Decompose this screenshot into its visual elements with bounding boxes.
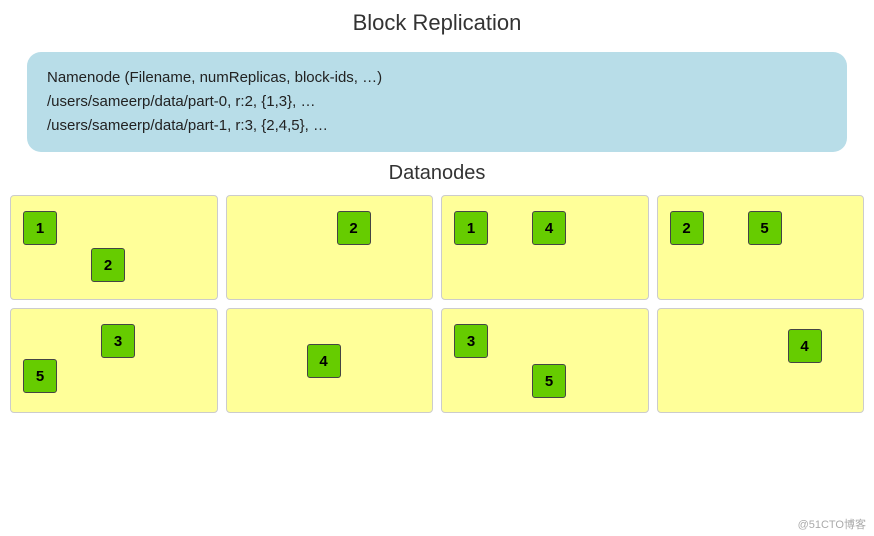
block-badge: 4 bbox=[788, 329, 822, 363]
datanode-cell: 14 bbox=[441, 195, 649, 300]
datanode-cell: 12 bbox=[10, 195, 218, 300]
namenode-line1: Namenode (Filename, numReplicas, block-i… bbox=[47, 69, 382, 86]
datanodes-title: Datanodes bbox=[0, 162, 874, 185]
block-badge: 1 bbox=[454, 211, 488, 245]
page-title: Block Replication bbox=[0, 0, 874, 44]
datanode-cell: 2 bbox=[226, 195, 434, 300]
block-badge: 4 bbox=[307, 344, 341, 378]
watermark: @51CTO博客 bbox=[798, 516, 866, 532]
namenode-box: Namenode (Filename, numReplicas, block-i… bbox=[27, 52, 847, 152]
datanode-cell: 53 bbox=[10, 308, 218, 413]
block-badge: 2 bbox=[337, 211, 371, 245]
datanode-cell: 25 bbox=[657, 195, 865, 300]
datanode-cell: 35 bbox=[441, 308, 649, 413]
block-badge: 2 bbox=[91, 248, 125, 282]
namenode-line3: /users/sameerp/data/part-1, r:3, {2,4,5}… bbox=[47, 117, 328, 134]
block-badge: 3 bbox=[101, 324, 135, 358]
block-badge: 2 bbox=[670, 211, 704, 245]
datanode-cell: 4 bbox=[226, 308, 434, 413]
block-badge: 4 bbox=[532, 211, 566, 245]
block-badge: 5 bbox=[532, 364, 566, 398]
block-badge: 1 bbox=[23, 211, 57, 245]
datanode-grid: 1221425534354 bbox=[10, 195, 864, 413]
datanode-cell: 4 bbox=[657, 308, 865, 413]
block-badge: 5 bbox=[23, 359, 57, 393]
block-badge: 3 bbox=[454, 324, 488, 358]
namenode-line2: /users/sameerp/data/part-0, r:2, {1,3}, … bbox=[47, 93, 315, 110]
block-badge: 5 bbox=[748, 211, 782, 245]
